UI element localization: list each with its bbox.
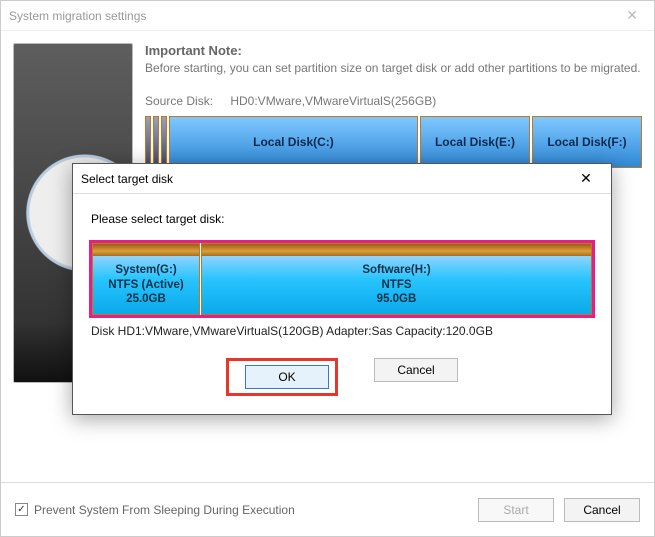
partition-e[interactable]: Local Disk(E:) (420, 116, 530, 168)
modal-cancel-button[interactable]: Cancel (374, 358, 458, 382)
source-reserved-slot-2 (153, 116, 159, 168)
prevent-sleep-checkbox[interactable]: ✓ (15, 503, 28, 516)
modal-prompt: Please select target disk: (91, 212, 595, 226)
note-text: Before starting, you can set partition s… (145, 60, 642, 76)
target-h-size: 95.0GB (377, 292, 417, 306)
main-title: System migration settings (9, 9, 146, 23)
main-cancel-button[interactable]: Cancel (564, 498, 640, 522)
main-titlebar: System migration settings ✕ (1, 1, 654, 31)
partition-f[interactable]: Local Disk(F:) (532, 116, 642, 168)
modal-titlebar: Select target disk ✕ (73, 164, 611, 194)
target-g-fs: NTFS (Active) (108, 278, 183, 292)
modal-title: Select target disk (81, 172, 173, 186)
start-button: Start (478, 498, 554, 522)
source-reserved-slot-1 (145, 116, 151, 168)
main-close-icon[interactable]: ✕ (618, 7, 646, 24)
note-heading: Important Note: (145, 43, 642, 58)
ok-highlight-box: OK (226, 358, 338, 396)
target-g-name: System(G:) (115, 263, 176, 277)
target-h-name: Software(H:) (362, 263, 430, 277)
target-g-size: 25.0GB (126, 292, 166, 306)
partition-e-label: Local Disk(E:) (421, 117, 529, 167)
source-reserved-slot-3 (161, 116, 167, 168)
target-disk-info: Disk HD1:VMware,VMwareVirtualS(120GB) Ad… (91, 324, 593, 338)
modal-close-button[interactable]: ✕ (569, 167, 603, 191)
target-disk-selection[interactable]: System(G:) NTFS (Active) 25.0GB Software… (89, 240, 595, 318)
main-footer: ✓ Prevent System From Sleeping During Ex… (1, 482, 654, 536)
partition-c-label: Local Disk(C:) (170, 117, 417, 167)
target-partition-g[interactable]: System(G:) NTFS (Active) 25.0GB (92, 243, 200, 315)
target-partition-h[interactable]: Software(H:) NTFS 95.0GB (201, 243, 592, 315)
select-target-disk-dialog: Select target disk ✕ Please select targe… (72, 163, 612, 415)
source-disk-label: Source Disk: (145, 94, 227, 108)
partition-f-label: Local Disk(F:) (533, 117, 641, 167)
target-h-fs: NTFS (381, 278, 411, 292)
source-disk-bar: Local Disk(C:) Local Disk(E:) Local Disk… (145, 116, 642, 168)
source-disk-value: HD0:VMware,VMwareVirtualS(256GB) (230, 94, 436, 108)
prevent-sleep-label: Prevent System From Sleeping During Exec… (34, 503, 295, 517)
ok-button[interactable]: OK (245, 365, 329, 389)
partition-c[interactable]: Local Disk(C:) (169, 116, 418, 168)
